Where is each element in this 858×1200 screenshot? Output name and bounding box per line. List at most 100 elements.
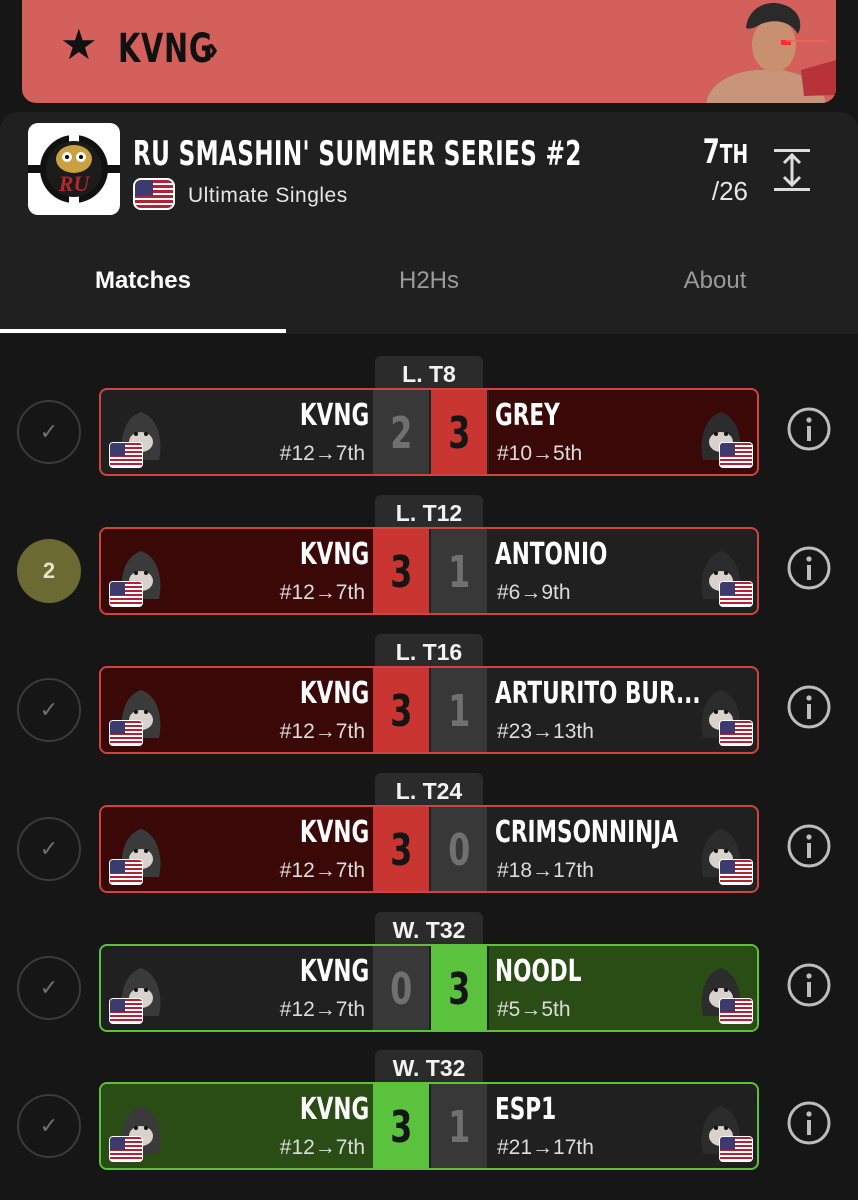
match-row[interactable]: W. T32 ✓ KVNG #12→7th 0 3 NOODL #5→5th — [0, 912, 858, 1042]
match-box[interactable]: KVNG #12→7th 3 1 ARTURITO BUR... #23→13th — [99, 666, 759, 754]
us-flag-icon — [719, 859, 753, 885]
tournament-title[interactable]: RU SMASHIN' SUMMER SERIES #2 — [133, 134, 582, 174]
player2-side: CRIMSONNINJA #18→17th — [489, 807, 757, 891]
us-flag-icon — [719, 1136, 753, 1162]
match-box[interactable]: KVNG #12→7th 3 1 ANTONIO #6→9th — [99, 527, 759, 615]
star-icon: ★ — [60, 21, 98, 68]
player2-seed: #18→17th — [497, 859, 594, 882]
player2-seed: #5→5th — [497, 998, 571, 1021]
player1-score: 3 — [373, 529, 429, 613]
us-flag-icon — [133, 178, 175, 210]
player1-side: KVNG #12→7th — [101, 1084, 373, 1168]
player2-side: NOODL #5→5th — [489, 946, 757, 1030]
us-flag-icon — [719, 998, 753, 1024]
match-box[interactable]: KVNG #12→7th 3 0 CRIMSONNINJA #18→17th — [99, 805, 759, 893]
round-label: L. T12 — [375, 495, 483, 531]
tab-bar: Matches H2Hs About — [0, 252, 858, 334]
player2-side: ARTURITO BUR... #23→13th — [489, 668, 757, 752]
us-flag-icon — [719, 581, 753, 607]
round-label: L. T8 — [375, 356, 483, 392]
match-row[interactable]: L. T8 ✓ KVNG #12→7th 2 3 GREY #10→5th — [0, 356, 858, 486]
info-icon[interactable] — [786, 962, 832, 1008]
event-name: Ultimate Singles — [188, 184, 348, 207]
player1-score: 0 — [373, 946, 429, 1030]
player2-name[interactable]: ARTURITO BUR... — [495, 676, 701, 711]
match-row[interactable]: L. T24 ✓ KVNG #12→7th 3 0 CRIMSONNINJA #18→17th — [0, 773, 858, 903]
player2-score: 1 — [431, 529, 487, 613]
player1-name[interactable]: KVNG — [300, 954, 369, 989]
player1-seed: #12→7th — [279, 998, 365, 1021]
tournament-card: RU RU SMASHIN' SUMMER SERIES #2 Ultimate… — [0, 112, 858, 334]
info-icon[interactable] — [786, 406, 832, 452]
round-label: L. T16 — [375, 634, 483, 670]
svg-text:RU: RU — [58, 171, 91, 196]
player2-seed: #6→9th — [497, 581, 571, 604]
check-icon[interactable]: ✓ — [17, 678, 81, 742]
player1-seed: #12→7th — [279, 720, 365, 743]
tab-h2hs[interactable]: H2Hs — [286, 267, 572, 295]
info-icon[interactable] — [786, 684, 832, 730]
check-icon[interactable]: ✓ — [17, 817, 81, 881]
us-flag-icon — [109, 1136, 143, 1162]
us-flag-icon — [109, 442, 143, 468]
player1-side: KVNG #12→7th — [101, 807, 373, 891]
us-flag-icon — [109, 998, 143, 1024]
player2-side: GREY #10→5th — [489, 390, 757, 474]
player2-name[interactable]: CRIMSONNINJA — [495, 815, 678, 850]
match-badge-number: 2 — [42, 558, 56, 583]
match-badge[interactable]: 2 — [17, 539, 81, 603]
check-icon[interactable]: ✓ — [17, 400, 81, 464]
us-flag-icon — [109, 720, 143, 746]
match-row[interactable]: L. T16 ✓ KVNG #12→7th 3 1 ARTURITO BUR... #23→1… — [0, 634, 858, 764]
us-flag-icon — [719, 442, 753, 468]
chevron-right-icon: › — [207, 30, 219, 68]
round-label: W. T32 — [375, 1050, 483, 1086]
player1-name[interactable]: KVNG — [300, 815, 369, 850]
info-icon[interactable] — [786, 1100, 832, 1146]
placement: 7TH /26 — [685, 132, 748, 207]
player1-seed: #12→7th — [279, 442, 365, 465]
player2-seed: #21→17th — [497, 1136, 594, 1159]
info-icon[interactable] — [786, 545, 832, 591]
player2-name[interactable]: GREY — [495, 398, 560, 433]
tab-about[interactable]: About — [572, 267, 858, 295]
player1-side: KVNG #12→7th — [101, 668, 373, 752]
player1-side: KVNG #12→7th — [101, 946, 373, 1030]
player1-name[interactable]: KVNG — [300, 537, 369, 572]
player2-score: 3 — [431, 946, 487, 1030]
tournament-logo: RU — [28, 123, 120, 215]
player1-side: KVNG #12→7th — [101, 529, 373, 613]
player1-name[interactable]: KVNG — [300, 398, 369, 433]
player2-name[interactable]: ESP1 — [495, 1092, 556, 1127]
match-box[interactable]: KVNG #12→7th 2 3 GREY #10→5th — [99, 388, 759, 476]
player2-score: 3 — [431, 390, 487, 474]
match-box[interactable]: KVNG #12→7th 3 1 ESP1 #21→17th — [99, 1082, 759, 1170]
player2-side: ANTONIO #6→9th — [489, 529, 757, 613]
player1-name[interactable]: KVNG — [300, 676, 369, 711]
player1-name[interactable]: KVNG — [300, 1092, 369, 1127]
match-row[interactable]: L. T12 2 KVNG #12→7th 3 1 ANTONIO #6→9th — [0, 495, 858, 625]
match-row[interactable]: W. T32 ✓ KVNG #12→7th 3 1 ESP1 #21→17th — [0, 1050, 858, 1180]
player2-side: ESP1 #21→17th — [489, 1084, 757, 1168]
us-flag-icon — [109, 581, 143, 607]
player2-name[interactable]: ANTONIO — [495, 537, 607, 572]
player-banner[interactable]: ★ KVNG › — [22, 0, 836, 103]
active-tab-indicator — [0, 329, 286, 333]
check-icon[interactable]: ✓ — [17, 1094, 81, 1158]
tab-matches[interactable]: Matches — [0, 267, 286, 295]
player2-seed: #23→13th — [497, 720, 594, 743]
player1-score: 3 — [373, 807, 429, 891]
player1-score: 3 — [373, 1084, 429, 1168]
match-box[interactable]: KVNG #12→7th 0 3 NOODL #5→5th — [99, 944, 759, 1032]
player1-seed: #12→7th — [279, 859, 365, 882]
us-flag-icon — [109, 859, 143, 885]
banner-player-name: KVNG — [118, 26, 214, 72]
expand-icon[interactable] — [774, 147, 810, 193]
check-icon[interactable]: ✓ — [17, 956, 81, 1020]
player1-score: 3 — [373, 668, 429, 752]
player1-score: 2 — [373, 390, 429, 474]
player2-name[interactable]: NOODL — [495, 954, 582, 989]
us-flag-icon — [719, 720, 753, 746]
player2-score: 1 — [431, 668, 487, 752]
info-icon[interactable] — [786, 823, 832, 869]
